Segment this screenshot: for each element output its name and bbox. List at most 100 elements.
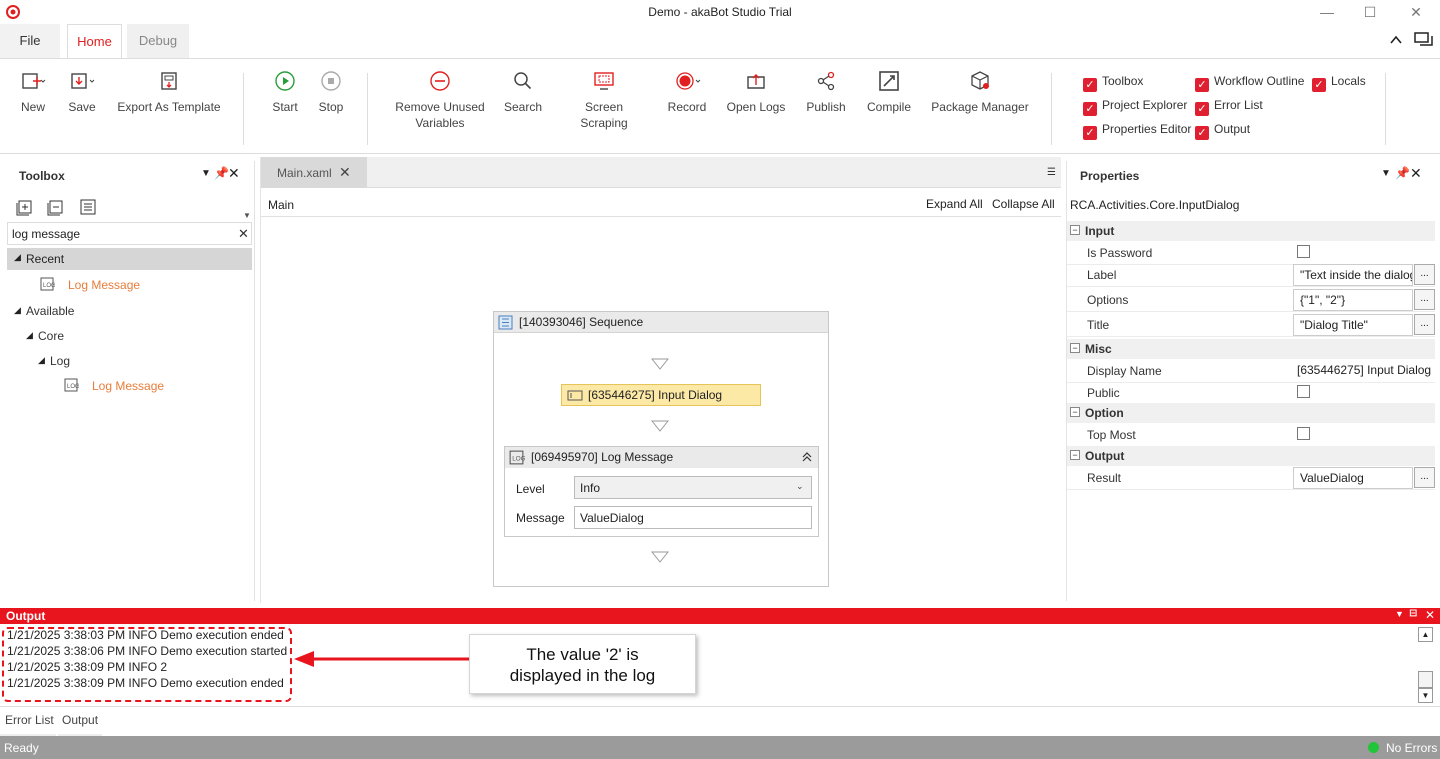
tree-item-log-message[interactable]: Log Message <box>92 379 164 393</box>
tree-item-available[interactable]: Available <box>26 304 74 318</box>
maximize-icon[interactable]: ☐ <box>1360 3 1380 21</box>
screen-scraping-button[interactable]: Screen Scraping <box>560 69 648 131</box>
dropdown-icon[interactable]: ▼ <box>201 168 211 179</box>
toggle-workflow-outline[interactable]: ✓ Workflow Outline <box>1195 73 1304 92</box>
collapse-category-icon[interactable]: − <box>1070 407 1080 417</box>
scroll-arrow-icon[interactable]: ▼ <box>243 211 251 220</box>
package-manager-button[interactable]: Package Manager <box>930 69 1030 115</box>
toggle-toolbox[interactable]: ✓ Toolbox <box>1083 73 1143 92</box>
stop-button[interactable]: Stop <box>314 69 348 115</box>
remove-unused-variables-button[interactable]: Remove Unused Variables <box>390 69 490 131</box>
record-button[interactable]: Record <box>664 69 710 115</box>
expand-all-link[interactable]: Expand All <box>926 197 983 211</box>
breadcrumb[interactable]: Main <box>268 198 294 212</box>
save-button[interactable]: Save <box>66 69 98 115</box>
pin-icon[interactable]: 📌 <box>214 166 229 180</box>
collapse-ribbon-icon[interactable] <box>1389 34 1403 46</box>
tab-main-xaml[interactable]: Main.xaml ✕ <box>261 157 367 188</box>
close-panel-icon[interactable]: ✕ <box>1410 165 1422 182</box>
status-ready: Ready <box>4 741 39 755</box>
message-input[interactable]: ValueDialog <box>574 506 812 529</box>
close-window-icon[interactable]: ✕ <box>1406 3 1426 21</box>
category-option-label: Option <box>1085 406 1124 420</box>
label-value-input[interactable]: "Text inside the dialog" <box>1293 264 1413 286</box>
scroll-up-icon[interactable]: ▲ <box>1418 627 1433 642</box>
collapse-category-icon[interactable]: − <box>1070 225 1080 235</box>
scroll-thumb[interactable] <box>1418 671 1433 688</box>
collapse-activity-icon[interactable] <box>801 451 813 463</box>
pin-icon[interactable]: 📌 <box>1395 166 1410 180</box>
dropdown-icon[interactable]: ▼ <box>1381 168 1391 179</box>
category-misc[interactable]: − Misc <box>1067 339 1435 359</box>
toggle-project-explorer[interactable]: ✓ Project Explorer <box>1083 97 1187 116</box>
title-value-input[interactable]: "Dialog Title" <box>1293 314 1413 336</box>
category-option[interactable]: − Option <box>1067 403 1435 423</box>
search-button[interactable]: Search <box>502 69 544 115</box>
compile-button[interactable]: Compile <box>864 69 914 115</box>
result-ellipsis-button[interactable]: ... <box>1414 467 1435 488</box>
tree-item-recent[interactable]: ◢ Recent <box>7 248 252 270</box>
svg-text:LOG: LOG <box>512 456 525 463</box>
list-view-icon[interactable] <box>79 198 97 216</box>
screen-scraping-label: Screen Scraping <box>580 100 628 130</box>
clear-search-icon[interactable]: ✕ <box>238 226 249 242</box>
export-template-icon <box>161 72 177 90</box>
start-button[interactable]: Start <box>268 69 302 115</box>
options-value-input[interactable]: {"1", "2"} <box>1293 289 1413 311</box>
collapse-all-icon[interactable] <box>47 198 65 216</box>
tab-output[interactable]: Output <box>58 707 102 736</box>
result-value-input[interactable]: ValueDialog <box>1293 467 1413 489</box>
minimize-icon[interactable]: — <box>1317 3 1337 21</box>
tab-menu-icon[interactable]: ☰ <box>1047 167 1056 178</box>
title-ellipsis-button[interactable]: ... <box>1414 314 1435 335</box>
callout-line2: displayed in the log <box>509 666 656 685</box>
dropdown-icon[interactable]: ▼ <box>1395 609 1404 619</box>
expand-all-icon[interactable] <box>16 198 34 216</box>
tree-item-core[interactable]: Core <box>38 329 64 343</box>
display-name-value[interactable]: [635446275] Input Dialog <box>1293 360 1435 382</box>
tree-expand-icon[interactable]: ◢ <box>38 355 45 366</box>
input-dialog-activity[interactable]: [635446275] Input Dialog <box>561 384 761 406</box>
tab-debug[interactable]: Debug <box>127 24 189 58</box>
level-value: Info <box>580 481 601 495</box>
tab-home[interactable]: Home <box>67 24 122 58</box>
category-input[interactable]: − Input <box>1067 221 1435 241</box>
category-output[interactable]: − Output <box>1067 446 1435 466</box>
tree-expand-icon[interactable]: ◢ <box>14 305 21 316</box>
collapse-all-link[interactable]: Collapse All <box>992 197 1055 211</box>
close-panel-icon[interactable]: ✕ <box>228 165 240 182</box>
pin-icon[interactable]: ⊟ <box>1409 608 1417 619</box>
toggle-locals[interactable]: ✓ Locals <box>1312 73 1366 92</box>
scroll-down-icon[interactable]: ▼ <box>1418 688 1433 703</box>
close-tab-icon[interactable]: ✕ <box>339 164 351 181</box>
tab-error-list[interactable]: Error List <box>0 707 56 736</box>
toggle-output[interactable]: ✓ Output <box>1195 121 1250 140</box>
tab-file[interactable]: File <box>0 24 60 58</box>
open-logs-button[interactable]: Open Logs <box>725 69 787 115</box>
sequence-activity[interactable]: [140393046] Sequence [635446275] Input D… <box>493 311 829 587</box>
tree-expand-icon[interactable]: ◢ <box>26 330 33 341</box>
publish-button[interactable]: Publish <box>804 69 848 115</box>
prop-title: Title "Dialog Title"... <box>1067 313 1435 337</box>
toolbox-search-input[interactable]: log message ✕ <box>7 222 252 245</box>
collapse-category-icon[interactable]: − <box>1070 343 1080 353</box>
collapse-category-icon[interactable]: − <box>1070 450 1080 460</box>
log-message-activity[interactable]: LOG [069495970] Log Message Level Info ⌄… <box>504 446 819 537</box>
chat-icon[interactable] <box>1414 32 1434 48</box>
public-checkbox[interactable] <box>1297 385 1310 398</box>
tree-item-log[interactable]: Log <box>50 354 70 368</box>
top-most-checkbox[interactable] <box>1297 427 1310 440</box>
new-button[interactable]: New <box>17 69 49 115</box>
close-panel-icon[interactable]: ✕ <box>1425 608 1435 622</box>
label-ellipsis-button[interactable]: ... <box>1414 264 1435 285</box>
level-select[interactable]: Info ⌄ <box>574 476 812 499</box>
is-password-checkbox[interactable] <box>1297 245 1310 258</box>
options-ellipsis-button[interactable]: ... <box>1414 289 1435 310</box>
toggle-properties-editor[interactable]: ✓ Properties Editor <box>1083 121 1191 140</box>
tab-main-xaml-label: Main.xaml <box>277 166 332 180</box>
log-message-title: [069495970] Log Message <box>531 450 674 464</box>
tree-item-recent-log-message[interactable]: Log Message <box>68 278 140 292</box>
share-icon <box>817 71 835 91</box>
export-template-button[interactable]: Export As Template <box>116 69 222 115</box>
toggle-error-list[interactable]: ✓ Error List <box>1195 97 1263 116</box>
